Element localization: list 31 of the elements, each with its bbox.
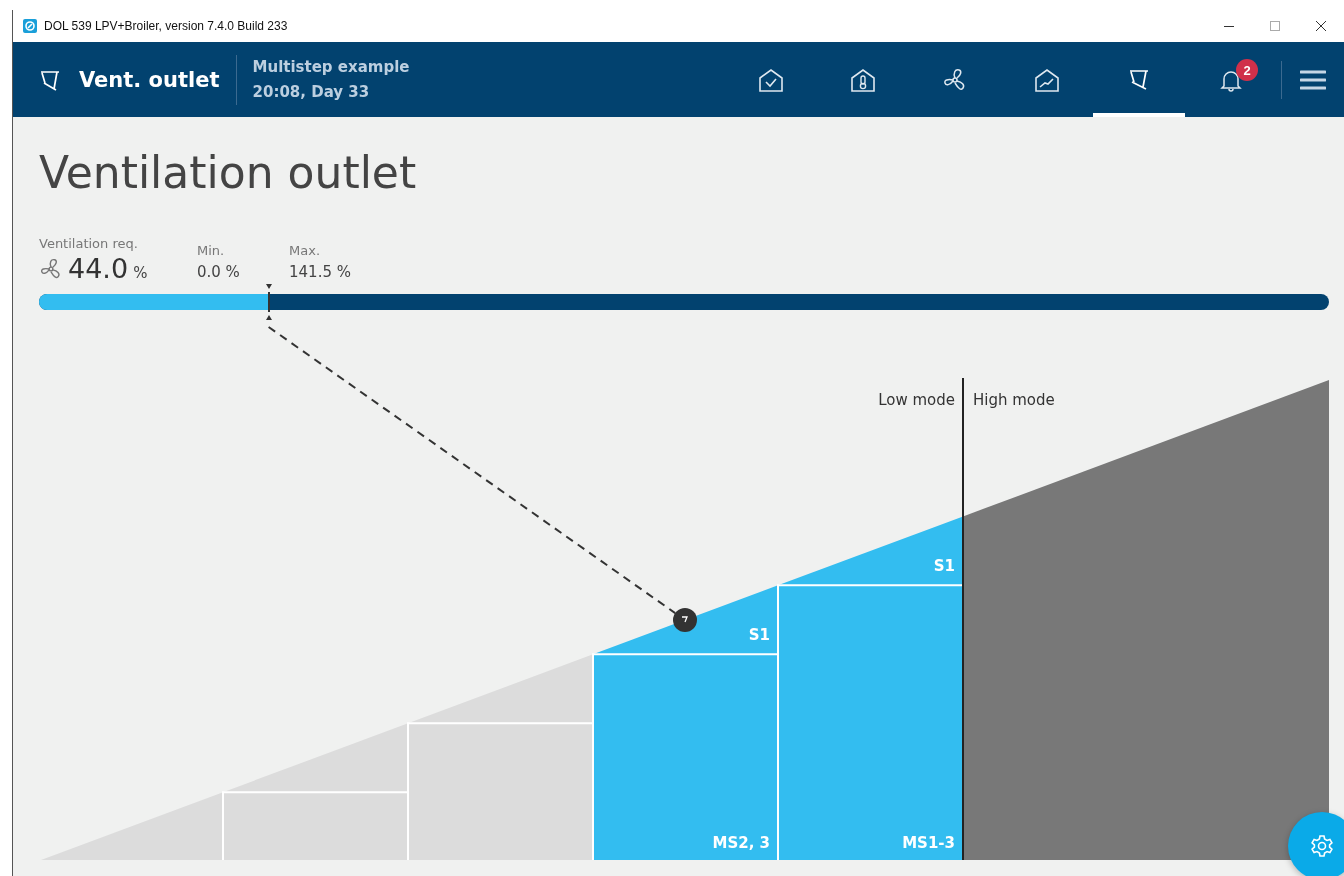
- mode-label: Low mode: [878, 391, 955, 409]
- nav-tab[interactable]: 2: [1185, 42, 1277, 117]
- step-label: S1: [933, 557, 955, 576]
- stat-label: Min.: [197, 242, 226, 260]
- alarm-count-badge: 2: [1236, 59, 1258, 81]
- unit-label: %: [133, 264, 148, 282]
- level-marker: [264, 284, 273, 320]
- page-title: Ventilation outlet: [39, 146, 418, 200]
- stat-label: Ventilation req.: [39, 235, 139, 253]
- step-label: MS2, 3: [712, 834, 770, 852]
- mode-label: High mode: [973, 391, 1055, 409]
- stat-value: 141.5 %: [289, 262, 351, 283]
- fan-icon: [39, 256, 63, 281]
- house-thermometer-icon: [850, 66, 876, 93]
- window-title: DOL 539 LPV+Broiler, version 7.4.0 Build 233: [44, 19, 288, 33]
- ventilation-value: 44.0: [68, 253, 129, 284]
- stat-label: Max.: [289, 242, 321, 260]
- step-label: S1: [748, 626, 770, 645]
- close-icon: [1316, 21, 1326, 31]
- app-logo-icon: [23, 19, 37, 33]
- house-time: 20:08, Day 33: [252, 81, 371, 103]
- house-check-icon: [758, 66, 784, 93]
- stat-value: 0.0 %: [197, 262, 241, 283]
- house-name: Multistep example: [252, 56, 410, 78]
- settings-button[interactable]: [1288, 812, 1344, 876]
- house-graph-icon: [1034, 66, 1060, 93]
- maximize-icon: [1270, 21, 1280, 31]
- section-title: Vent. outlet: [79, 67, 220, 92]
- menu-icon: [1300, 69, 1326, 90]
- step-label: MS1-3: [902, 834, 955, 852]
- settings-icon: [1310, 834, 1334, 858]
